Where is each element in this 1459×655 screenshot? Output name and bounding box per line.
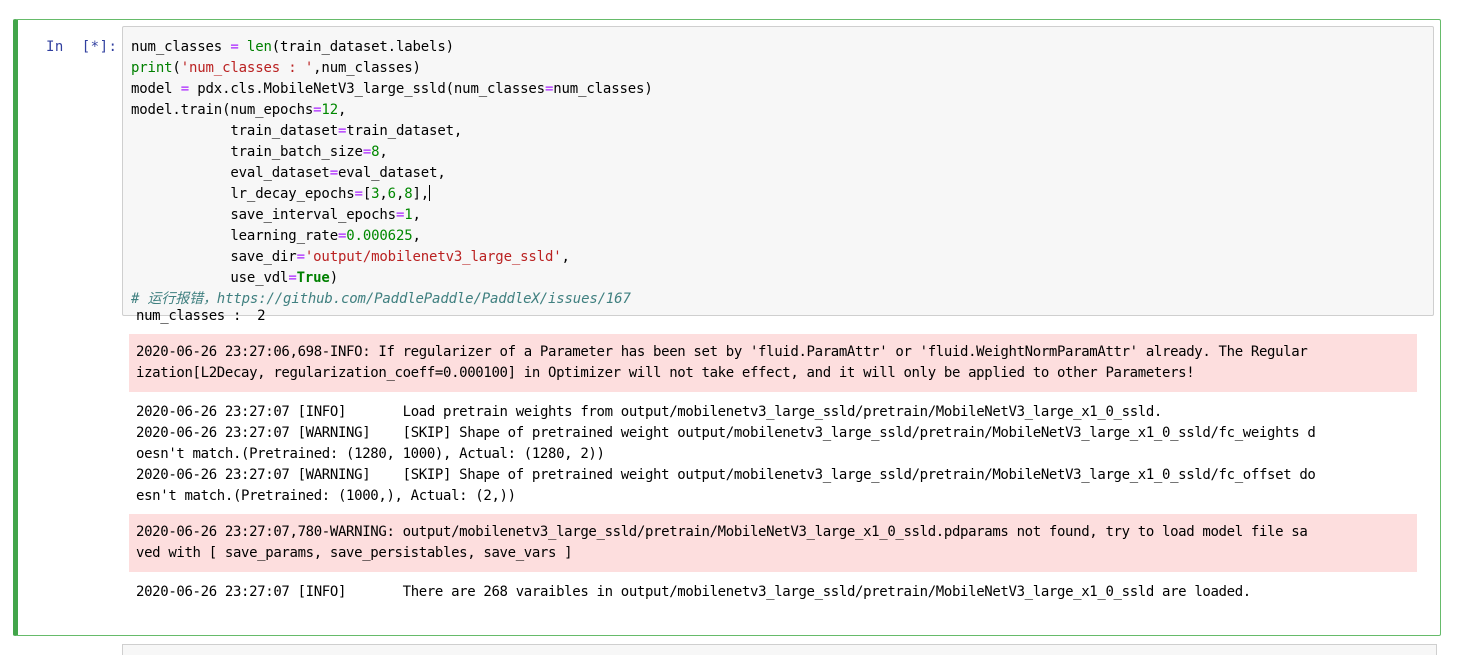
- next-code-cell[interactable]: [122, 644, 1437, 655]
- text-cursor: [429, 185, 431, 201]
- output-stderr: 2020-06-26 23:27:07,780-WARNING: output/…: [129, 514, 1417, 572]
- code-editor[interactable]: num_classes = len(train_dataset.labels) …: [122, 26, 1434, 316]
- output-stdout: num_classes : 2: [136, 308, 266, 324]
- output-stdout: 2020-06-26 23:27:07 [INFO] There are 268…: [136, 584, 1251, 600]
- input-prompt: In [*]:: [46, 39, 118, 55]
- output-stderr: 2020-06-26 23:27:06,698-INFO: If regular…: [129, 334, 1417, 392]
- output-stdout: 2020-06-26 23:27:07 [INFO] Load pretrain…: [136, 404, 1316, 504]
- code-text[interactable]: num_classes = len(train_dataset.labels) …: [131, 37, 653, 310]
